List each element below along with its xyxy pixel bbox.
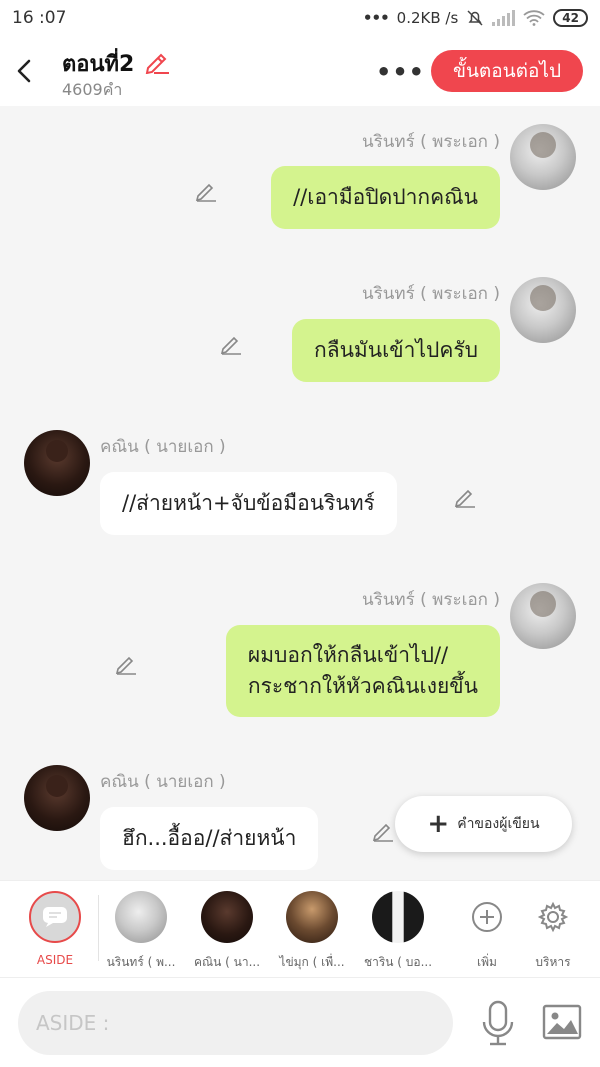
mute-icon <box>467 10 483 26</box>
character-avatar <box>372 891 424 943</box>
signal-icon <box>492 10 516 26</box>
word-count: 4609คำ <box>62 80 123 99</box>
network-speed: 0.2KB /s <box>396 9 459 27</box>
next-step-button[interactable]: ขั้นตอนต่อไป <box>431 50 583 92</box>
sender-name: นรินทร์ ( พระเอก ) <box>362 284 500 304</box>
aside-label: ASIDE <box>36 953 74 967</box>
episode-title: ตอนที่2 <box>62 52 135 77</box>
edit-message-icon[interactable] <box>194 179 218 203</box>
sender-name: นรินทร์ ( พระเอก ) <box>362 590 500 610</box>
image-icon[interactable] <box>542 1004 582 1040</box>
character-avatar <box>201 891 253 943</box>
sender-name: คณิน ( นายเอก ) <box>100 772 226 792</box>
message-bubble[interactable]: กลืนมันเข้าไปครับ <box>291 319 500 382</box>
chat-area[interactable]: นรินทร์ ( พระเอก ) //เอามือปิดปากคณิน นร… <box>0 106 600 880</box>
character-narin[interactable]: นรินทร์ ( พ... <box>101 891 181 972</box>
message-input[interactable] <box>18 991 453 1055</box>
add-label: เพิ่ม <box>477 955 497 969</box>
manage-button[interactable]: บริหาร <box>527 891 579 972</box>
character-label: ไข่มุก ( เพื่... <box>279 955 345 969</box>
avatar-narin[interactable] <box>510 124 576 190</box>
status-indicators: ••• 0.2KB /s 42 <box>363 9 588 27</box>
character-bar: ASIDE นรินทร์ ( พ... คณิน ( นา... ไข่มุก… <box>0 880 600 978</box>
author-note-label: คำของผู้เขียน <box>457 816 540 832</box>
aside-avatar <box>29 891 81 943</box>
edit-title-icon[interactable] <box>144 48 170 74</box>
aside-button[interactable]: ASIDE <box>15 891 95 967</box>
divider <box>98 895 99 961</box>
message-text: ฮึก...อื้ออ//ส่ายหน้า <box>122 826 297 850</box>
more-options-icon[interactable]: ••• <box>376 58 425 86</box>
author-note-button[interactable]: + คำของผู้เขียน <box>395 796 572 852</box>
status-bar: 16 :07 ••• 0.2KB /s 42 <box>0 0 600 36</box>
character-charin[interactable]: ชาริน ( บอ... <box>358 891 438 972</box>
edit-message-icon[interactable] <box>114 652 138 676</box>
input-bar <box>0 978 600 1067</box>
add-circle-icon <box>472 902 502 932</box>
character-kanin[interactable]: คณิน ( นา... <box>187 891 267 972</box>
gear-icon <box>537 901 569 933</box>
message-bubble[interactable]: //เอามือปิดปากคณิน <box>271 166 500 229</box>
character-label: นรินทร์ ( พ... <box>106 955 176 969</box>
message-bubble[interactable]: //ส่ายหน้า+จับข้อมือนรินทร์ <box>100 472 397 535</box>
manage-label: บริหาร <box>535 955 571 969</box>
edit-message-icon[interactable] <box>453 485 477 509</box>
character-label: ชาริน ( บอ... <box>363 955 433 969</box>
message-text: //ส่ายหน้า+จับข้อมือนรินทร์ <box>122 491 375 515</box>
message-text: //เอามือปิดปากคณิน <box>293 185 478 209</box>
add-character-button[interactable]: เพิ่ม <box>461 891 513 972</box>
edit-message-icon[interactable] <box>371 819 395 843</box>
status-time: 16 :07 <box>12 8 67 28</box>
sender-name: นรินทร์ ( พระเอก ) <box>362 132 500 152</box>
header: ตอนที่2 4609คำ ••• ขั้นตอนต่อไป <box>0 36 600 106</box>
character-label: คณิน ( นา... <box>193 955 261 969</box>
character-avatar <box>115 891 167 943</box>
notification-dots: ••• <box>362 9 390 27</box>
sender-name: คณิน ( นายเอก ) <box>100 437 226 457</box>
character-avatar <box>286 891 338 943</box>
message-bubble[interactable]: ฮึก...อื้ออ//ส่ายหน้า <box>100 807 319 870</box>
plus-icon: + <box>427 809 450 839</box>
avatar-kanin[interactable] <box>24 430 90 496</box>
message-text: กลืนมันเข้าไปครับ <box>313 338 478 362</box>
wifi-icon <box>523 10 545 26</box>
message-text: ผมบอกให้กลืนเข้าไป// กระชากให้หัวคณินเงย… <box>247 643 478 698</box>
chat-bubble-icon <box>43 907 67 927</box>
microphone-icon[interactable] <box>478 998 518 1048</box>
character-khaimuk[interactable]: ไข่มุก ( เพื่... <box>272 891 352 972</box>
edit-message-icon[interactable] <box>219 332 243 356</box>
avatar-narin[interactable] <box>510 583 576 649</box>
battery-indicator: 42 <box>553 9 588 27</box>
message-bubble[interactable]: ผมบอกให้กลืนเข้าไป// กระชากให้หัวคณินเงย… <box>225 625 500 717</box>
avatar-kanin[interactable] <box>24 765 90 831</box>
avatar-narin[interactable] <box>510 277 576 343</box>
back-arrow-icon[interactable] <box>12 56 38 86</box>
